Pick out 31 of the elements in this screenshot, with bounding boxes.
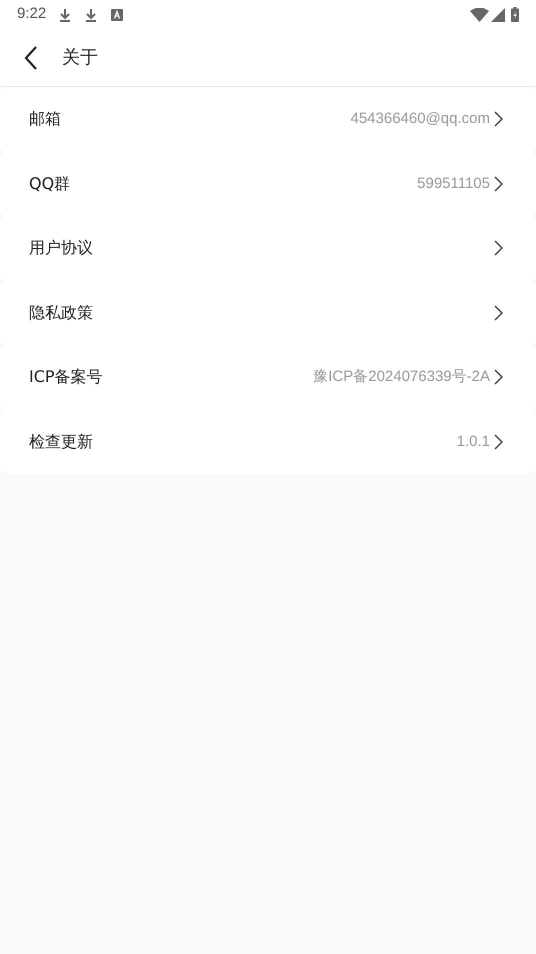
row-value: 1.0.1 — [456, 432, 490, 452]
back-icon — [24, 46, 38, 70]
status-time: 9:22 — [17, 4, 46, 24]
row-value: 599511105 — [417, 174, 490, 194]
row-label: 检查更新 — [29, 430, 93, 453]
row-value: 豫ICP备2024076339号-2A — [313, 367, 490, 387]
chevron-right-icon — [494, 434, 503, 450]
row-label: QQ群 — [29, 172, 70, 195]
settings-row[interactable]: QQ群 599511105 — [0, 152, 536, 216]
settings-row[interactable]: 隐私政策 — [0, 280, 536, 345]
row-label: ICP备案号 — [29, 366, 103, 388]
settings-row[interactable]: ICP备案号 豫ICP备2024076339号-2A — [0, 345, 536, 410]
chevron-right-icon — [494, 111, 503, 128]
row-label: 隐私政策 — [29, 302, 93, 324]
chevron-right-icon — [494, 304, 503, 321]
row-label: 邮箱 — [29, 108, 61, 130]
settings-row[interactable]: 邮箱 454366460@qq.com — [0, 87, 536, 152]
chevron-right-icon — [494, 176, 503, 192]
settings-row[interactable]: 检查更新 1.0.1 — [0, 410, 536, 474]
app-icon — [111, 8, 124, 20]
signal-icon — [491, 8, 505, 22]
chevron-right-icon — [494, 240, 503, 256]
page-title: 关于 — [62, 46, 98, 70]
battery-icon — [511, 7, 519, 22]
wifi-icon — [470, 8, 489, 22]
row-value: 454366460@qq.com — [350, 109, 490, 129]
download-icon — [85, 8, 98, 22]
chevron-right-icon — [494, 369, 503, 386]
download-icon — [59, 8, 72, 22]
row-label: 用户协议 — [29, 237, 93, 260]
settings-row[interactable]: 用户协议 — [0, 216, 536, 280]
